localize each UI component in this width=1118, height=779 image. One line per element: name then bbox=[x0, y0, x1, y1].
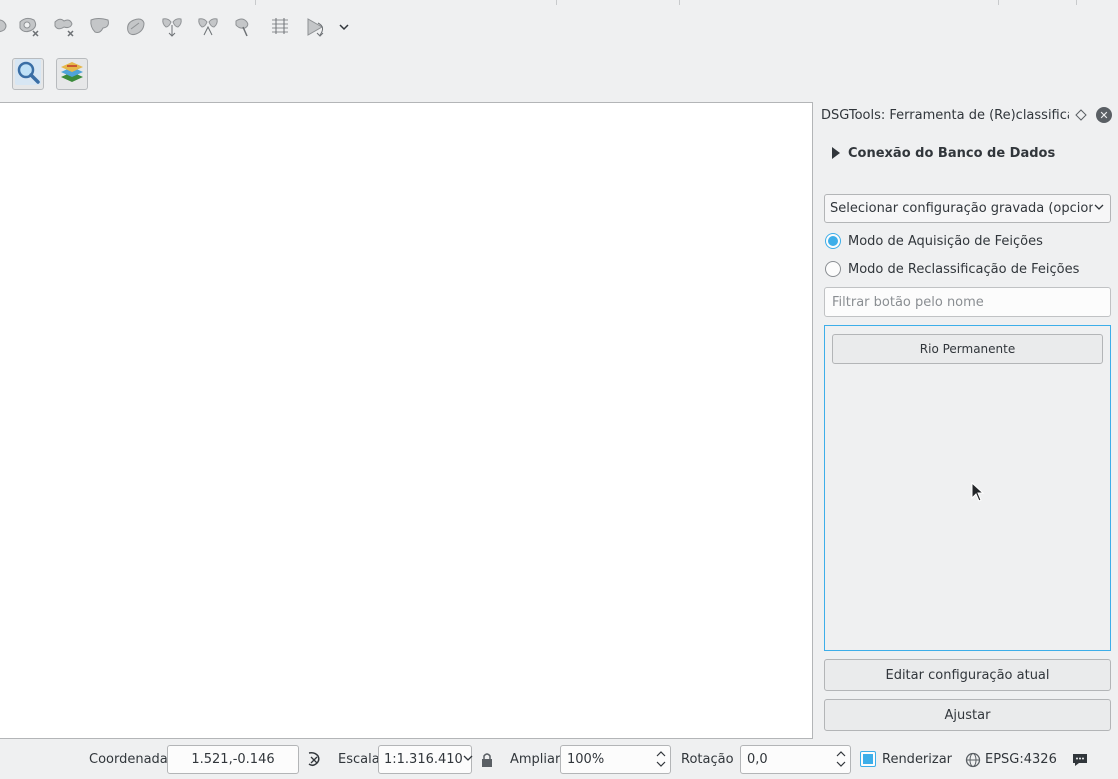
connection-section-label: Conexão do Banco de Dados bbox=[848, 145, 1056, 161]
more-tools-icon[interactable] bbox=[331, 14, 357, 40]
coordinate-value: 1.521,-0.146 bbox=[191, 752, 275, 767]
saved-config-select[interactable]: Selecionar configuração gravada (opciona… bbox=[824, 194, 1111, 223]
render-checkbox[interactable] bbox=[860, 751, 876, 767]
messages-icon[interactable] bbox=[1071, 751, 1089, 769]
saved-config-value: Selecionar configuração gravada (opciona… bbox=[830, 201, 1093, 216]
expand-arrow-icon bbox=[832, 147, 840, 159]
reclassification-dock: DSGTools: Ferramenta de (Re)classificaç.… bbox=[816, 102, 1118, 739]
layers-styling-button[interactable] bbox=[56, 58, 88, 90]
lock-scale-icon[interactable] bbox=[478, 751, 496, 769]
split-parts-icon[interactable] bbox=[195, 14, 221, 40]
rotation-value: 0,0 bbox=[747, 752, 768, 767]
chevron-down-icon bbox=[463, 752, 473, 767]
node-tool-icon[interactable] bbox=[303, 14, 329, 40]
connection-section-toggle[interactable]: Conexão do Banco de Dados bbox=[832, 144, 1055, 162]
radio-button[interactable] bbox=[825, 233, 841, 249]
status-bar: Coordenada 1.521,-0.146 Escala 1:1.316.4… bbox=[0, 740, 1118, 779]
button-filter-input[interactable] bbox=[832, 294, 1103, 310]
dock-close-button[interactable]: ✕ bbox=[1096, 107, 1112, 123]
zoom-tool-icon bbox=[14, 58, 42, 90]
toolbar-separator bbox=[556, 0, 557, 5]
layers-styling-icon bbox=[58, 58, 86, 90]
rotation-spinbox[interactable]: 0,0 bbox=[740, 745, 851, 774]
magnify-value: 100% bbox=[567, 752, 605, 767]
toolbar-separator bbox=[255, 0, 256, 5]
render-label: Renderizar bbox=[882, 752, 953, 767]
secondary-toolbar bbox=[0, 52, 1118, 100]
zoom-tool-button[interactable] bbox=[12, 58, 44, 90]
delete-part-icon[interactable] bbox=[51, 14, 77, 40]
toggle-extents-icon[interactable] bbox=[305, 751, 323, 769]
map-canvas[interactable] bbox=[0, 102, 813, 739]
split-features-icon[interactable] bbox=[159, 14, 185, 40]
acquisition-mode-radio[interactable]: Modo de Aquisição de Feições bbox=[825, 232, 1043, 250]
class-button-rio-permanente[interactable]: Rio Permanente bbox=[832, 334, 1103, 364]
fill-ring-icon[interactable] bbox=[87, 14, 113, 40]
spin-arrows-icon[interactable] bbox=[656, 749, 666, 769]
scale-label: Escala bbox=[338, 752, 380, 767]
scale-select[interactable]: 1:1.316.410 bbox=[378, 745, 473, 774]
class-buttons-area: Rio Permanente bbox=[824, 325, 1111, 651]
merge-features-icon[interactable] bbox=[123, 14, 149, 40]
reshape-feature-icon[interactable] bbox=[0, 14, 16, 40]
spin-arrows-icon[interactable] bbox=[836, 749, 846, 769]
reclassification-mode-label: Modo de Reclassificação de Feições bbox=[848, 261, 1080, 277]
float-icon bbox=[1075, 109, 1087, 121]
coordinate-label: Coordenada bbox=[89, 752, 168, 767]
dock-title: DSGTools: Ferramenta de (Re)classificaç.… bbox=[821, 108, 1069, 123]
crs-label[interactable]: EPSG:4326 bbox=[985, 752, 1057, 768]
mouse-cursor-icon bbox=[971, 481, 985, 506]
adjust-button[interactable]: Ajustar bbox=[824, 699, 1111, 731]
scale-value: 1:1.316.410 bbox=[384, 752, 463, 767]
toolbar-separator bbox=[1076, 0, 1077, 5]
rotate-point-symbols-icon[interactable] bbox=[231, 14, 257, 40]
radio-button[interactable] bbox=[825, 261, 841, 277]
button-filter-field[interactable] bbox=[824, 287, 1111, 317]
toolbar-separator bbox=[998, 0, 999, 5]
rotation-label: Rotação bbox=[681, 752, 734, 767]
dock-float-button[interactable] bbox=[1074, 108, 1088, 122]
offset-curve-icon[interactable] bbox=[267, 14, 293, 40]
edit-config-button[interactable]: Editar configuração atual bbox=[824, 659, 1111, 691]
acquisition-mode-label: Modo de Aquisição de Feições bbox=[848, 233, 1043, 249]
magnify-label: Ampliar bbox=[510, 752, 561, 767]
coordinate-field[interactable]: 1.521,-0.146 bbox=[167, 745, 299, 774]
delete-ring-icon[interactable] bbox=[16, 14, 42, 40]
magnify-spinbox[interactable]: 100% bbox=[560, 745, 671, 774]
close-icon: ✕ bbox=[1099, 108, 1109, 122]
crs-globe-icon[interactable] bbox=[964, 751, 982, 769]
chevron-down-icon bbox=[1093, 201, 1105, 217]
toolbar-separator bbox=[679, 0, 680, 5]
digitizing-toolbar bbox=[0, 0, 1118, 52]
reclassification-mode-radio[interactable]: Modo de Reclassificação de Feições bbox=[825, 260, 1079, 278]
